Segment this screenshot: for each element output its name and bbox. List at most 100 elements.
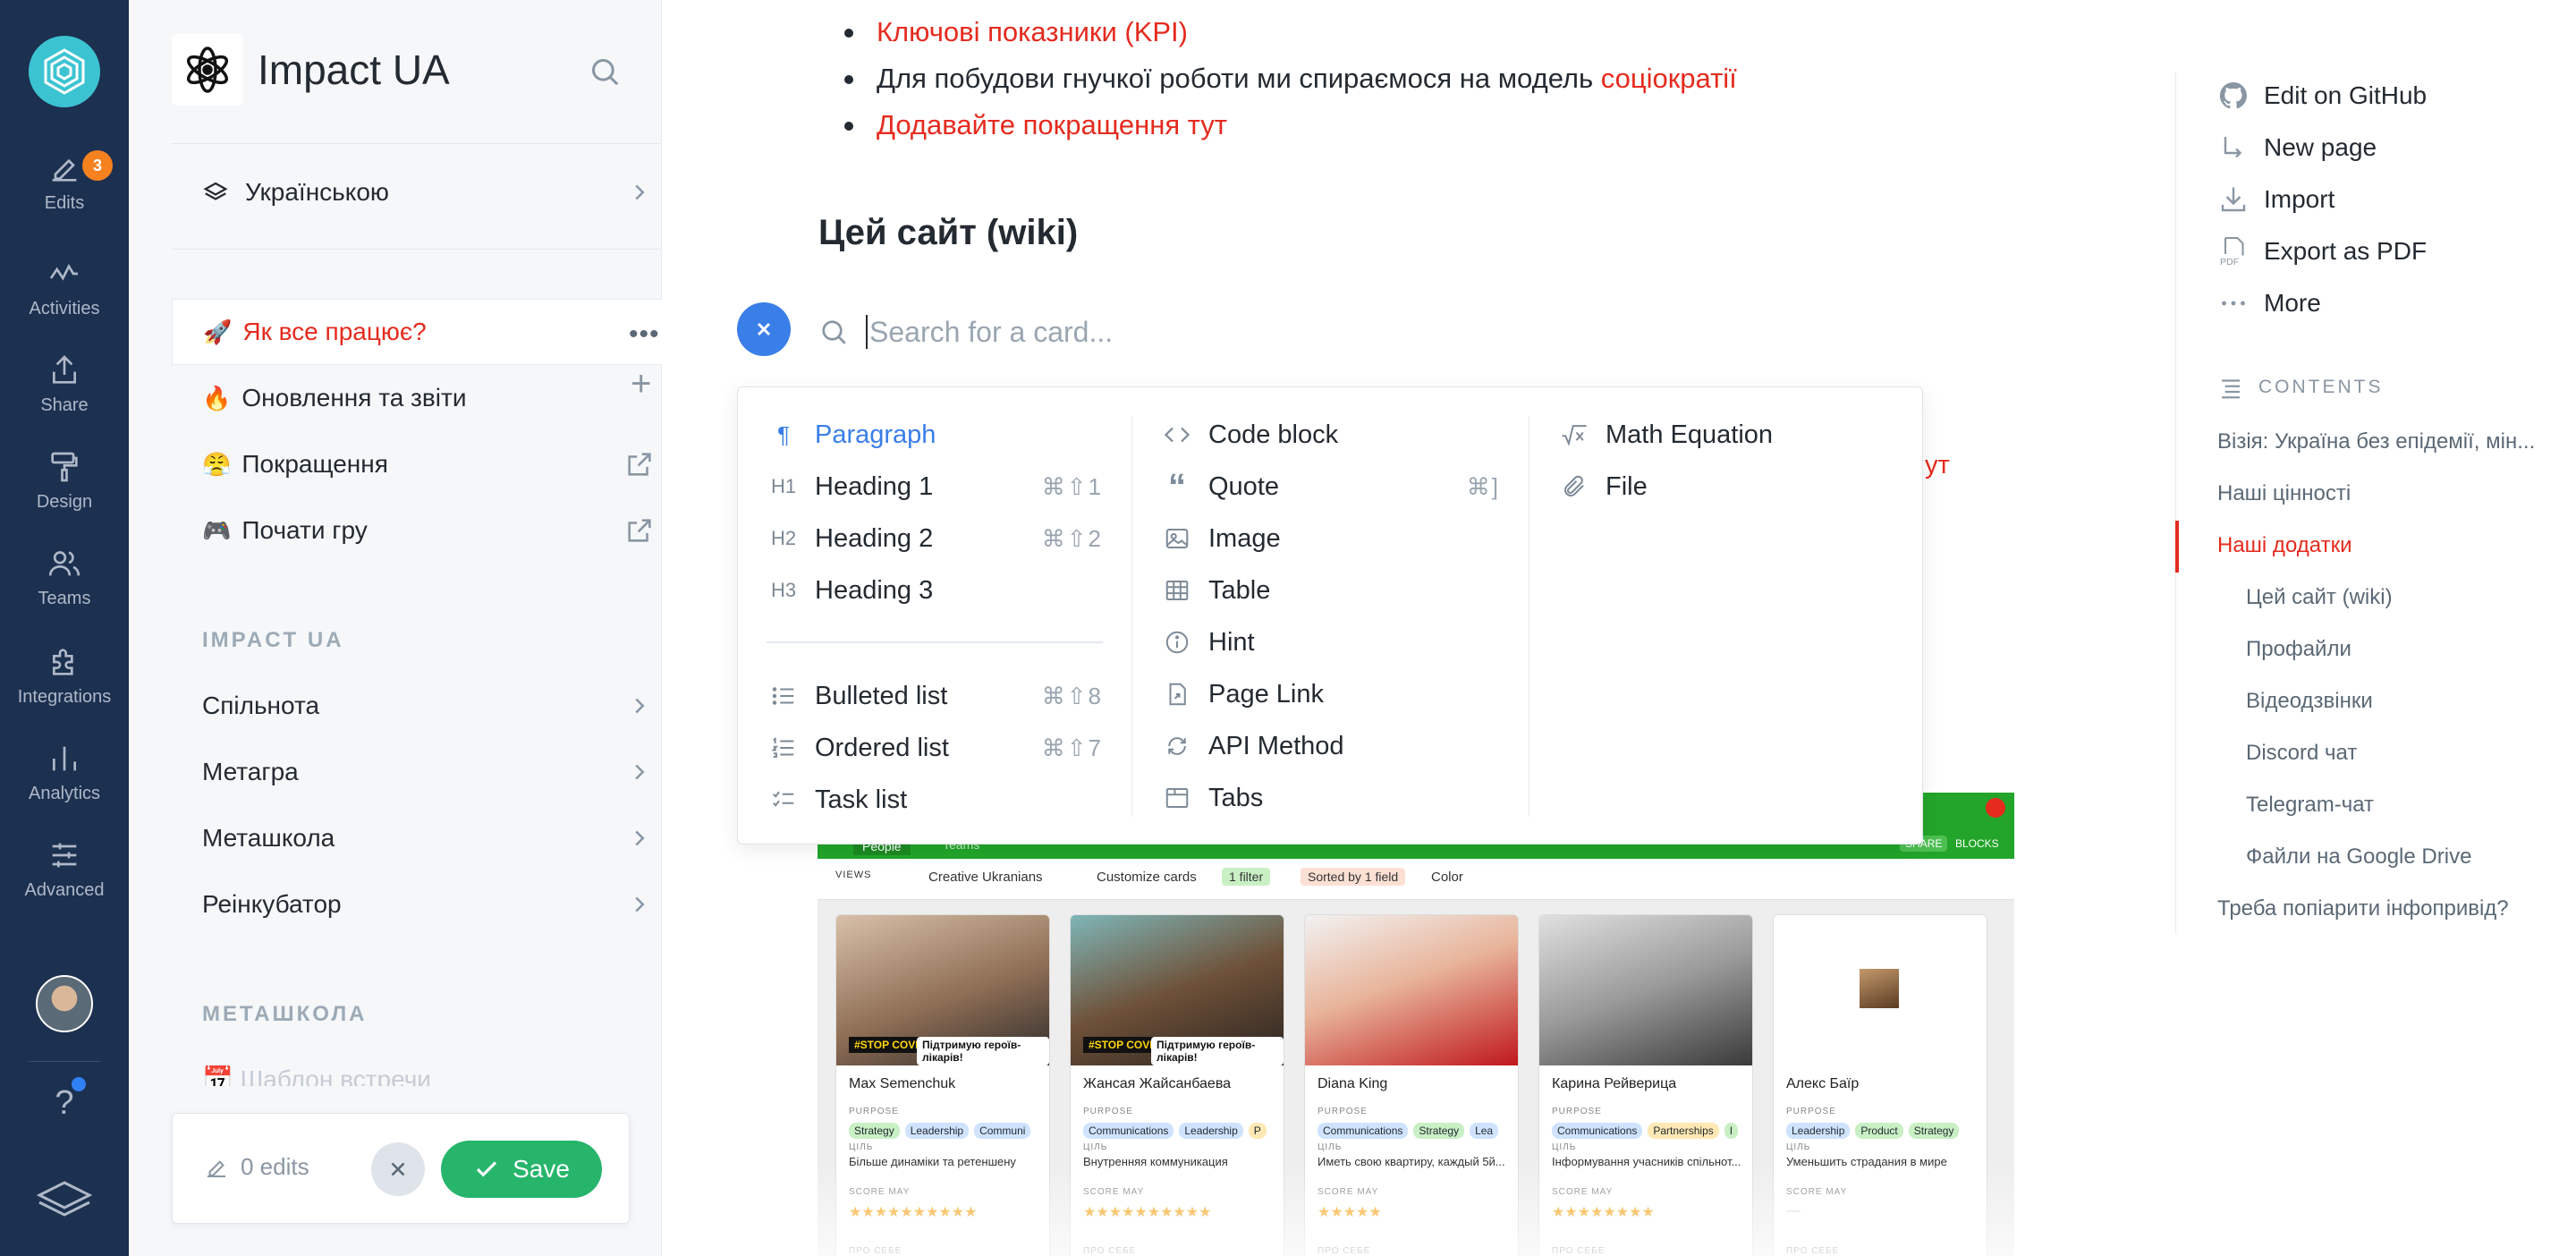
menu-item-paragraph[interactable]: ¶ Paragraph <box>767 409 1103 461</box>
rail-label: Analytics <box>28 784 101 803</box>
menu-item-code-block[interactable]: Code block <box>1160 409 1500 461</box>
toc-item[interactable]: Профайли <box>2246 637 2576 662</box>
menu-item-table[interactable]: Table <box>1160 564 1500 616</box>
menu-item-label: Heading 1 <box>815 471 934 501</box>
menu-item-page-link[interactable]: Page Link <box>1160 668 1500 720</box>
import-link[interactable]: Import <box>2217 177 2334 222</box>
menu-item-heading2[interactable]: H2 Heading 2 ⌘⇧2 <box>767 513 1103 564</box>
toc-item[interactable]: Відеодзвінки <box>2246 689 2576 714</box>
rail-analytics[interactable]: Analytics <box>0 741 129 830</box>
rail-teams[interactable]: Teams <box>0 546 129 635</box>
menu-item-tabs[interactable]: Tabs <box>1160 772 1500 824</box>
toc-item[interactable]: Треба попіарити інфопривід? <box>2217 896 2557 921</box>
save-button[interactable]: Save <box>441 1141 602 1198</box>
page-label: Почати гру <box>242 516 368 544</box>
more-link[interactable]: More <box>2217 281 2321 326</box>
fire-icon: 🔥 <box>202 384 232 412</box>
code-icon <box>1160 418 1194 452</box>
close-insert-button[interactable] <box>737 302 791 356</box>
profile-goal: Уменьшить страдания в мире <box>1786 1155 1947 1168</box>
search-icon[interactable] <box>587 54 623 89</box>
rail-advanced[interactable]: Advanced <box>0 837 129 927</box>
card-search-input[interactable] <box>869 315 1496 349</box>
field-label: SCORE MAY <box>849 1187 911 1197</box>
menu-item-file[interactable]: File <box>1557 461 1897 513</box>
external-link-icon <box>628 519 651 542</box>
toc-item[interactable]: Наші цінності <box>2217 481 2557 506</box>
menu-item-math-equation[interactable]: Math Equation <box>1557 409 1897 461</box>
menu-item-heading3[interactable]: H3 Heading 3 <box>767 564 1103 616</box>
bullet-link[interactable]: Ключові показники (KPI) <box>877 16 1188 47</box>
toc-item[interactable]: Telegram-чат <box>2246 793 2576 818</box>
space-header[interactable]: Impact UA <box>172 34 450 106</box>
chevron-right-icon <box>635 896 645 912</box>
edit-on-github-link[interactable]: Edit on GitHub <box>2217 73 2427 118</box>
profile-name: Алекс Баїр <box>1786 1076 1860 1091</box>
toc-item[interactable]: Discord чат <box>2246 741 2576 766</box>
discard-button[interactable] <box>371 1142 425 1196</box>
tag: I <box>1724 1123 1739 1139</box>
group-item-metagame[interactable]: Метагра <box>172 739 662 805</box>
toc-item[interactable]: Цей сайт (wiki) <box>2246 585 2576 610</box>
more-options-icon[interactable]: ••• <box>629 319 660 350</box>
export-pdf-link[interactable]: PDF Export as PDF <box>2217 229 2427 274</box>
hidden-link-text[interactable]: ут <box>1925 451 1950 480</box>
menu-item-bulleted-list[interactable]: Bulleted list ⌘⇧8 <box>767 670 1103 722</box>
faded-page-item[interactable]: 📅 Шаблон встречи <box>202 1065 431 1086</box>
menu-item-label: Bulleted list <box>815 681 948 710</box>
menu-item-quote[interactable]: “ Quote ⌘] <box>1160 461 1500 513</box>
main-content: Ключові показники (KPI) Для побудови гну… <box>662 0 2182 1256</box>
menu-item-image[interactable]: Image <box>1160 513 1500 564</box>
app-logo-icon[interactable] <box>29 36 100 107</box>
sociocracy-link[interactable]: соціократії <box>1601 63 1737 94</box>
preview-toolbar-item: Sorted by 1 field <box>1301 868 1406 886</box>
svg-text:PDF: PDF <box>2220 257 2239 267</box>
page-item-start-game[interactable]: 🎮 Почати гру <box>172 497 662 564</box>
bullet-item[interactable]: Ключові показники (KPI) <box>844 16 1188 48</box>
menu-item-ordered-list[interactable]: Ordered list ⌘⇧7 <box>767 722 1103 774</box>
tag-list: Communications Partnerships I <box>1552 1123 1739 1139</box>
heading2-icon: H2 <box>770 527 797 549</box>
bullet-link[interactable]: Додавайте покращення тут <box>877 109 1227 140</box>
layers-icon[interactable] <box>34 1177 95 1222</box>
menu-item-hint[interactable]: Hint <box>1160 616 1500 668</box>
menu-item-label: Quote <box>1208 471 1279 501</box>
toc-item[interactable]: Файли на Google Drive <box>2246 844 2576 870</box>
rail-share[interactable]: Share <box>0 352 129 442</box>
user-avatar[interactable] <box>36 975 93 1032</box>
bullet-item[interactable]: Додавайте покращення тут <box>844 109 1227 141</box>
rail-activities[interactable]: Activities <box>0 256 129 345</box>
quote-icon: “ <box>1168 466 1186 506</box>
download-icon <box>2221 187 2246 212</box>
star-rating: ★★★★★★★★ <box>1552 1205 1655 1220</box>
rail-edits[interactable]: Edits 3 <box>0 150 129 240</box>
menu-item-task-list[interactable]: Task list <box>767 774 1103 826</box>
section-heading: IMPACT UA <box>202 628 344 652</box>
chevron-right-icon <box>635 184 645 200</box>
field-label: PURPOSE <box>1083 1107 1133 1116</box>
field-label: ПРО СЕБЕ <box>1083 1246 1137 1256</box>
tag-list: Strategy Leadership Communi <box>849 1123 1031 1139</box>
new-page-link[interactable]: New page <box>2217 125 2377 170</box>
page-item-updates[interactable]: 🔥 Оновлення та звіти <box>172 365 662 431</box>
action-label: More <box>2264 289 2321 317</box>
group-item-reincubator[interactable]: Реінкубатор <box>172 871 662 938</box>
menu-item-label: Ordered list <box>815 733 949 762</box>
rail-design[interactable]: Design <box>0 449 129 539</box>
tag: Strategy <box>1413 1123 1465 1139</box>
card-search <box>818 310 1801 354</box>
page-item-improvements[interactable]: 😤 Покращення <box>172 431 662 497</box>
toc-item[interactable]: Візія: Україна без епідемії, мін... <box>2217 429 2557 454</box>
group-item-community[interactable]: Спільнота <box>172 673 662 739</box>
page-item-how-it-works[interactable]: 🚀 Як все працює? ••• + <box>172 299 662 403</box>
group-item-metaschool[interactable]: Меташкола <box>172 805 662 871</box>
field-label: ЦІЛЬ <box>1552 1142 1577 1152</box>
language-switcher[interactable]: Українською <box>172 159 662 225</box>
rail-integrations[interactable]: Integrations <box>0 644 129 734</box>
shortcut-hint: ⌘] <box>1466 472 1500 500</box>
profile-goal: Внутренняя коммуникация <box>1083 1155 1228 1168</box>
toc-item-active[interactable]: Наші додатки <box>2217 533 2557 558</box>
menu-item-api-method[interactable]: API Method <box>1160 720 1500 772</box>
edits-label: 0 edits <box>241 1153 309 1180</box>
menu-item-heading1[interactable]: H1 Heading 1 ⌘⇧1 <box>767 461 1103 513</box>
